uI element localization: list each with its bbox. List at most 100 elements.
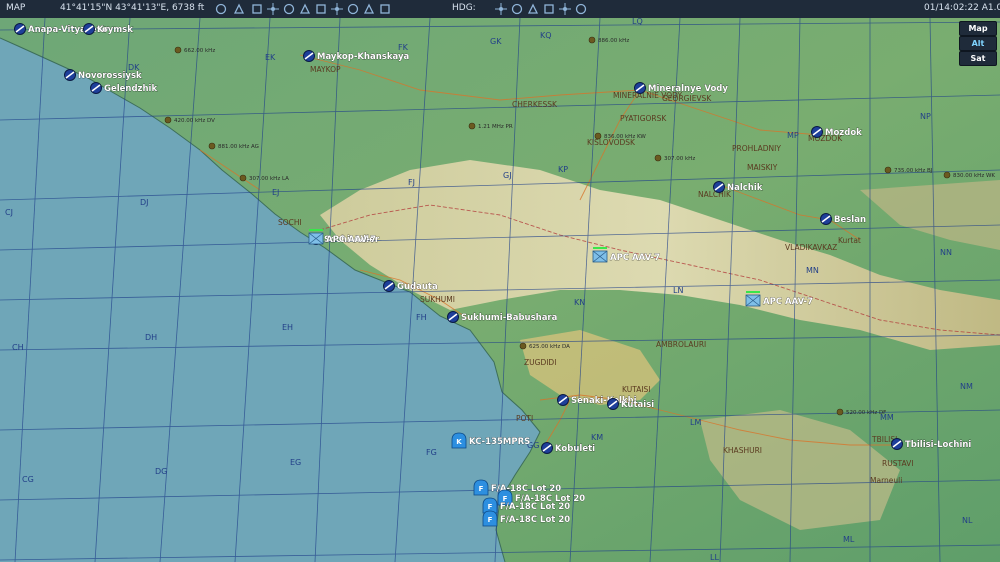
airbase-marker[interactable]: Kobuleti <box>541 442 596 455</box>
grid-label: CH <box>12 343 24 352</box>
airbase-marker[interactable]: Maykop-Khanskaya <box>303 50 410 63</box>
airbase-label: Beslan <box>834 215 866 225</box>
beacon-icon <box>174 46 182 54</box>
place-label: CHERKESSK <box>512 100 558 109</box>
grid-label: EJ <box>272 188 279 197</box>
airbase-marker[interactable]: Mineralnye Vody <box>634 82 729 95</box>
beacon-label: 1.21 MHz PR <box>478 124 513 130</box>
compass-icon[interactable] <box>362 2 376 16</box>
airbase-label: Mineralnye Vody <box>648 84 728 94</box>
unit-callsign-label: F/A-18C Lot 20 <box>500 502 570 512</box>
place-label: ZUGDIDI <box>524 358 556 367</box>
place-label: MAISKIY <box>747 163 778 172</box>
grid-icon[interactable] <box>266 2 280 16</box>
app-label: MAP <box>6 3 26 13</box>
grid-label: CJ <box>5 208 13 217</box>
grid-label: DJ <box>140 198 149 207</box>
grid-label: NP <box>920 112 931 121</box>
grid-label: CG <box>22 475 34 484</box>
airbase-label: Maykop-Khanskaya <box>317 52 410 62</box>
map-canvas[interactable]: LQKQGKFKEKDKKPGJFJEJDJCJMPNPNNMNLNKNFHEH… <box>0 18 1000 562</box>
beacon-label: 307.00 kHz LA <box>249 176 289 182</box>
airbase-label: Gudauta <box>397 282 438 292</box>
grid-label: KM <box>591 433 603 442</box>
airbase-marker[interactable]: Krymsk <box>83 23 134 36</box>
airbase-marker[interactable]: Gudauta <box>383 280 438 293</box>
airbase-label: Nalchik <box>727 183 763 193</box>
grid-label: NM <box>960 382 973 391</box>
grid-label: KP <box>558 165 568 174</box>
beacon-icon <box>884 166 892 174</box>
place-label: KUTAISI <box>622 385 651 394</box>
beacon-label: 830.00 kHz WK <box>953 173 995 179</box>
place-label: MAYKOP <box>310 65 341 74</box>
grid-label: DG <box>155 467 167 476</box>
grid-label: LL <box>710 553 719 562</box>
unit-callsign-label: APC AAV-7 <box>326 235 376 245</box>
unit-callsign-label: APC AAV-7 <box>610 253 660 263</box>
label-icon[interactable] <box>232 2 246 16</box>
grid-label: EK <box>265 53 276 62</box>
airbase-label: Gelendzhik <box>104 84 157 94</box>
target-icon[interactable] <box>314 2 328 16</box>
grid-label: KQ <box>540 31 552 40</box>
unit-type-symbol: F <box>488 516 493 524</box>
grid-label: LM <box>690 418 701 427</box>
grid-label: GJ <box>503 171 512 180</box>
map-mode-alt-button[interactable]: Alt <box>959 36 997 51</box>
place-label: PYATIGORSK <box>620 114 667 123</box>
zoom-area-icon[interactable] <box>542 2 556 16</box>
dots-icon[interactable] <box>298 2 312 16</box>
eye-icon[interactable] <box>282 2 296 16</box>
beacon-icon <box>588 36 596 44</box>
place-label: GEORGIEVSK <box>662 94 712 103</box>
beacon-icon <box>836 408 844 416</box>
beacon-label: 881.00 kHz AG <box>218 144 259 150</box>
beacon-label: 886.00 kHz <box>598 38 629 44</box>
heading-label: HDG: <box>452 3 476 13</box>
place-label: SOCHI <box>278 218 302 227</box>
airbase-marker[interactable]: Kutaisi <box>607 398 655 411</box>
unit-callsign-label: KC-135MPRS <box>469 437 530 447</box>
beacon-label: 735.00 kHz BJ <box>894 168 933 174</box>
beacon-label: 662.00 kHz <box>184 48 215 54</box>
place-label: KHASHURI <box>723 446 762 455</box>
unit-callsign-label: APC AAV-7 <box>763 297 813 307</box>
grid-label: ML <box>843 535 855 544</box>
tower-icon[interactable] <box>346 2 360 16</box>
top-toolbar: MAP 41°41'15"N 43°41'13"E, 6738 ft HDG: … <box>0 0 1000 18</box>
layers-icon[interactable] <box>574 2 588 16</box>
beacon-icon <box>164 116 172 124</box>
zoom-out-icon[interactable] <box>510 2 524 16</box>
zoom-in-icon[interactable] <box>494 2 508 16</box>
airbase-label: Krymsk <box>97 25 133 35</box>
unit-type-symbol: F <box>479 485 484 493</box>
grid-label: MP <box>787 131 799 140</box>
grid-label: EG <box>290 458 301 467</box>
map-mode-sat-button[interactable]: Sat <box>959 51 997 66</box>
move-icon[interactable] <box>378 2 392 16</box>
airbase-label: Kobuleti <box>555 444 595 454</box>
beacon-label: 420.00 kHz DV <box>174 118 215 124</box>
grid-label: MN <box>806 266 819 275</box>
copy-icon[interactable] <box>558 2 572 16</box>
beacon-label: 520.00 kHz DF <box>846 410 886 416</box>
airbase-label: Kutaisi <box>621 400 654 410</box>
navigate-icon[interactable] <box>214 2 228 16</box>
grid-label: LN <box>673 286 683 295</box>
zoom-fit-icon[interactable] <box>526 2 540 16</box>
beacon-icon <box>239 174 247 182</box>
airbase-marker[interactable]: Mozdok <box>811 126 863 139</box>
map-mode-map-button[interactable]: Map <box>959 21 997 36</box>
airbase-marker[interactable]: Beslan <box>820 213 867 226</box>
beacon-icon <box>208 142 216 150</box>
beacon-label: 625.00 kHz DA <box>529 344 570 350</box>
airbase-marker[interactable]: Sukhumi-Babushara <box>447 311 558 324</box>
grid-label: LQ <box>632 18 643 26</box>
grid-label: FJ <box>408 178 415 187</box>
radio-icon[interactable] <box>330 2 344 16</box>
beacon-icon <box>654 154 662 162</box>
airbase-marker[interactable]: Nalchik <box>713 181 763 194</box>
circle-icon[interactable] <box>250 2 264 16</box>
unit-type-symbol: F <box>488 503 493 511</box>
